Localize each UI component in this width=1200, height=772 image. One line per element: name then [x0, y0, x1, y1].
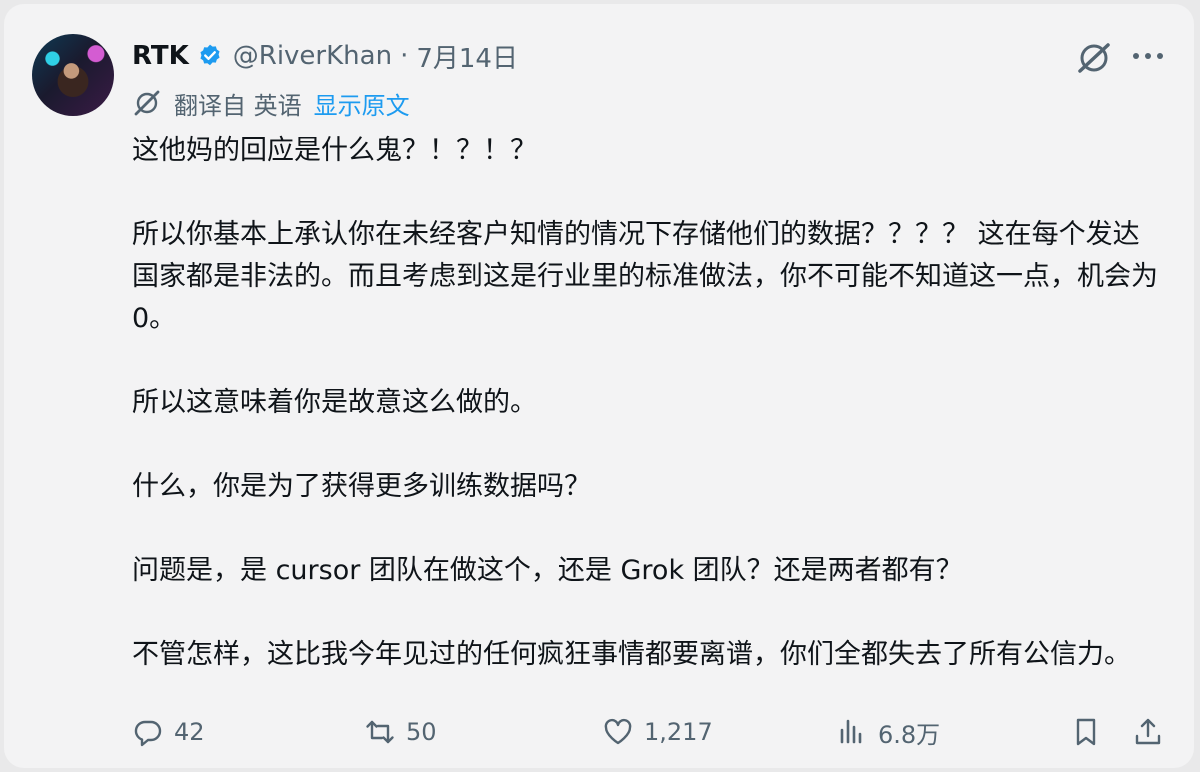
retweet-icon	[366, 720, 394, 744]
tweet-paragraph: 问题是，是 cursor 团队在做这个，还是 Grok 团队？还是两者都有？	[132, 555, 963, 586]
author-name[interactable]: RTK	[132, 41, 189, 71]
avatar[interactable]	[32, 34, 114, 116]
tweet-timestamp[interactable]: 7月14日	[416, 38, 518, 75]
tweet-header: RTK @RiverKhan · 7月14日	[132, 38, 518, 74]
heart-icon	[604, 718, 632, 745]
author-handle[interactable]: @RiverKhan	[233, 41, 392, 71]
reply-count: 42	[174, 718, 205, 746]
translation-label: 翻译自 英语	[174, 91, 302, 120]
grok-icon[interactable]	[1074, 38, 1114, 78]
show-original-link[interactable]: 显示原文	[314, 86, 410, 121]
verified-badge-icon	[200, 44, 220, 66]
tweet-paragraph: 这他妈的回应是什么鬼？！？！？	[132, 135, 537, 166]
share-icon[interactable]	[1132, 716, 1164, 748]
tweet-paragraph: 不管怎样，这比我今年见过的任何疯狂事情都要离谱，你们全都失去了所有公信力。	[132, 639, 1131, 670]
views-button[interactable]: 6.8万	[836, 710, 940, 754]
tweet-text: 这他妈的回应是什么鬼？！？！？ 所以你基本上承认你在未经客户知情的情况下存储他们…	[132, 130, 1162, 676]
translate-icon	[134, 90, 160, 116]
separator-dot: ·	[400, 41, 409, 71]
tweet-paragraph: 所以这意味着你是故意这么做的。	[132, 387, 537, 418]
views-chart-icon	[840, 719, 862, 744]
retweet-count: 50	[406, 718, 437, 746]
retweet-button[interactable]: 50	[364, 710, 437, 754]
tweet-card[interactable]: RTK @RiverKhan · 7月14日 翻译自 英语 显示原文 这他妈的回…	[4, 4, 1194, 768]
bookmark-icon[interactable]	[1070, 716, 1102, 748]
reply-button[interactable]: 42	[132, 710, 205, 754]
like-count: 1,217	[644, 718, 713, 746]
like-button[interactable]: 1,217	[602, 710, 713, 754]
more-icon[interactable]	[1130, 48, 1166, 64]
action-bar: 42 50 1,217 6.8万	[132, 710, 1172, 754]
translation-row: 翻译自 英语 显示原文	[132, 86, 410, 120]
tweet-paragraph: 什么，你是为了获得更多训练数据吗？	[132, 471, 591, 502]
tweet-paragraph: 所以你基本上承认你在未经客户知情的情况下存储他们的数据？？？？ 这在每个发达国家…	[132, 219, 1158, 334]
reply-icon	[134, 720, 162, 747]
views-count: 6.8万	[878, 720, 941, 749]
